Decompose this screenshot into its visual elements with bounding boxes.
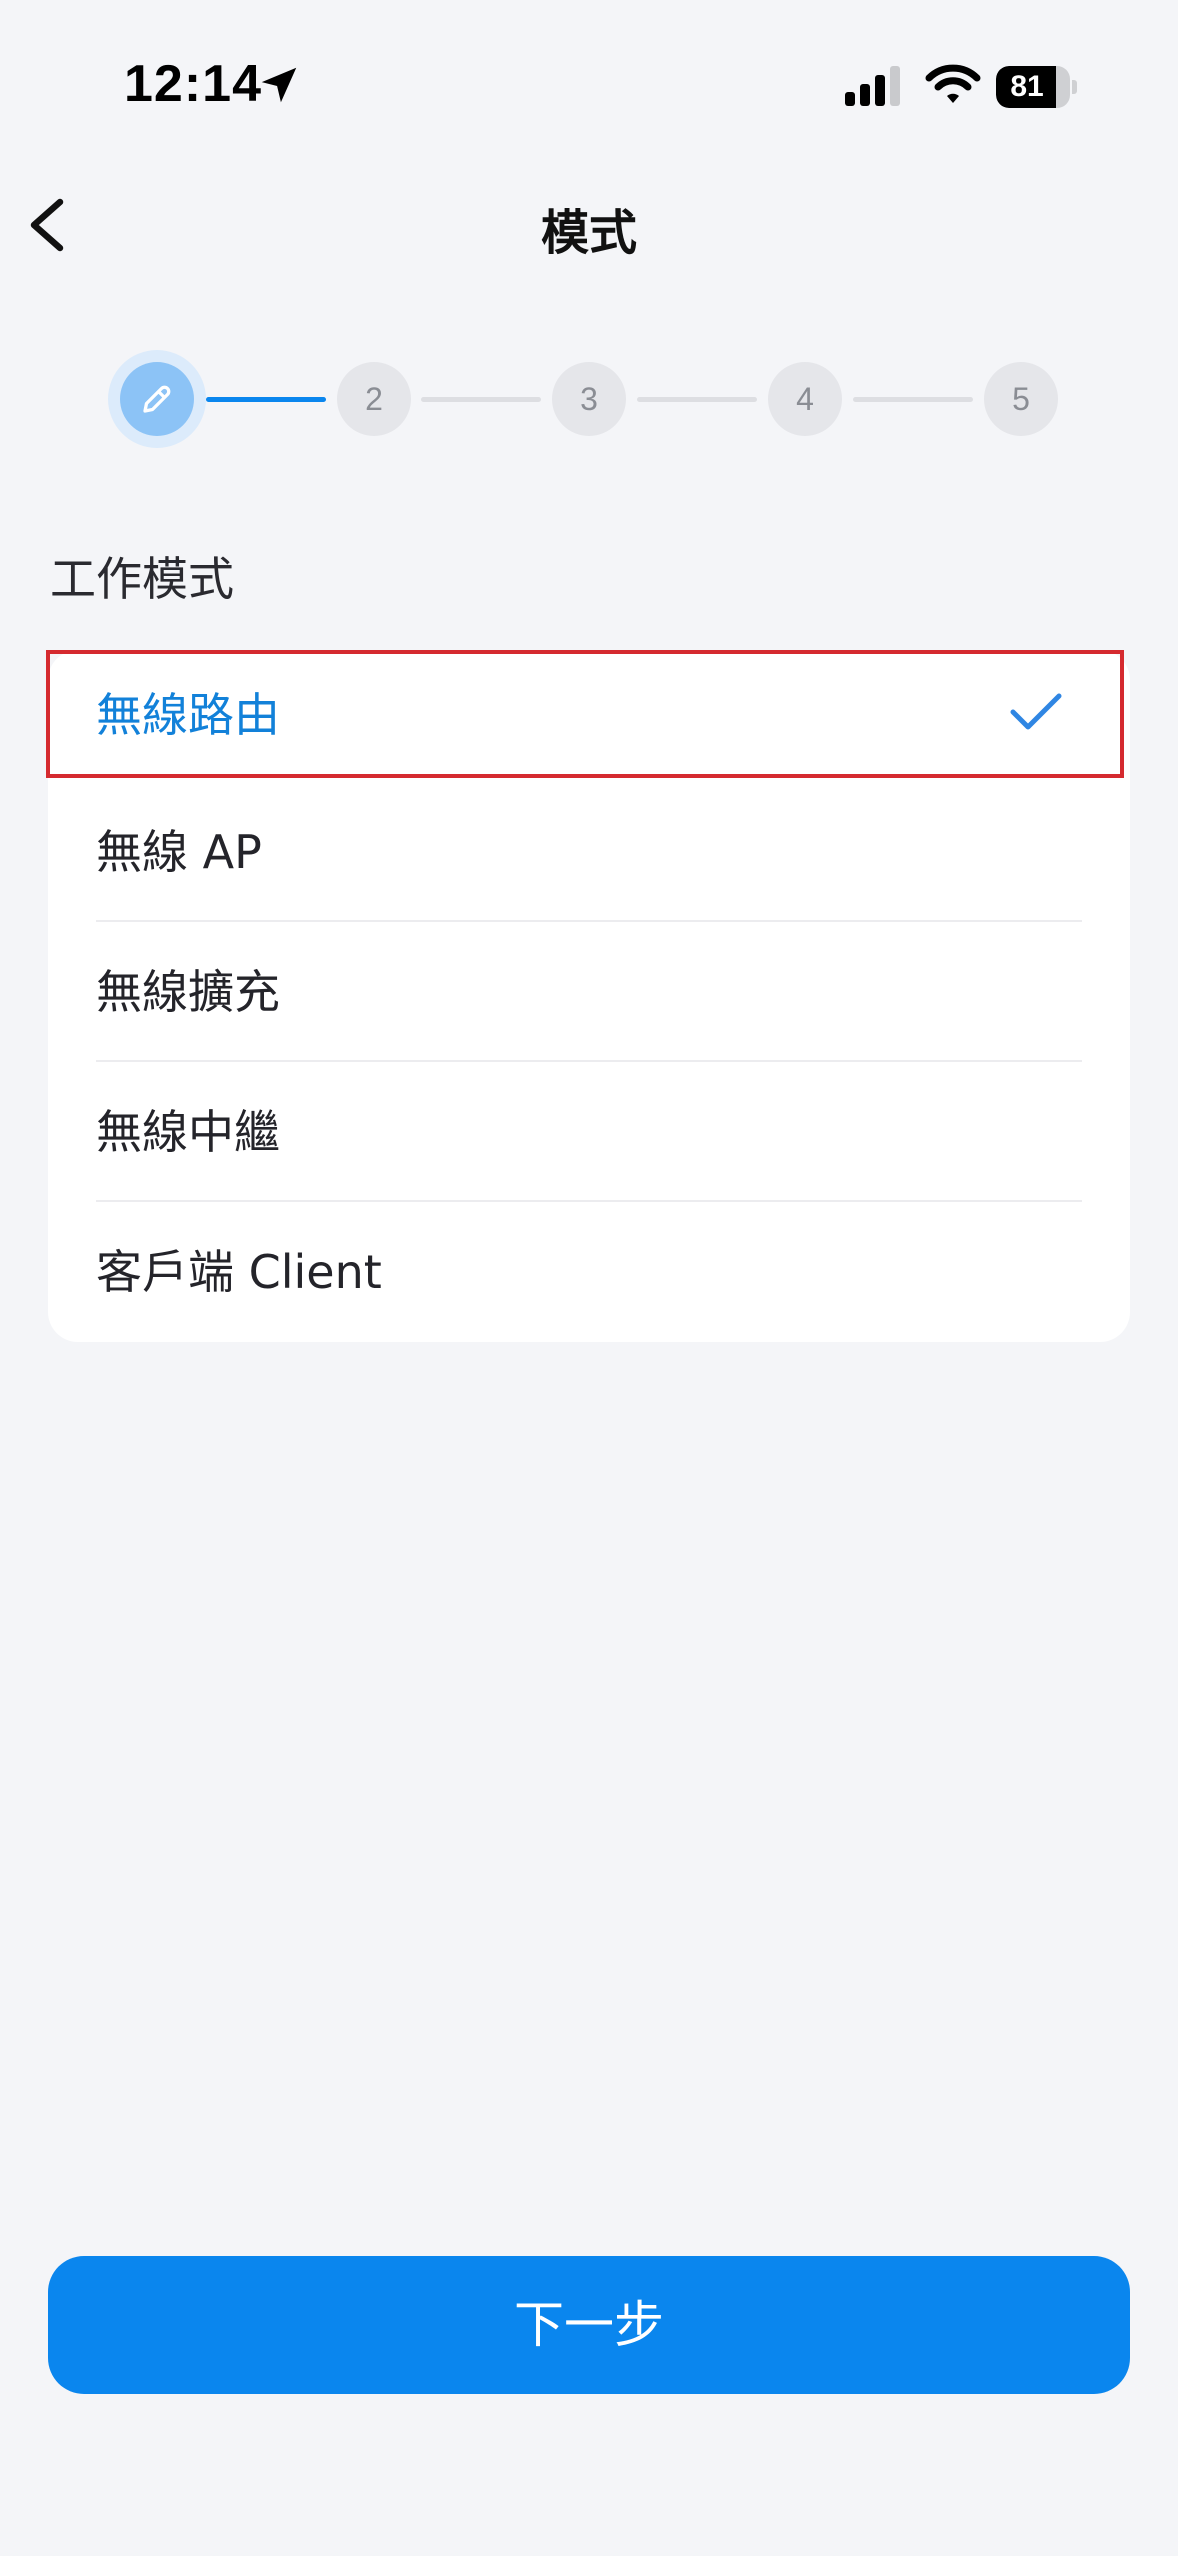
wifi-icon <box>925 64 981 103</box>
step-5: 5 <box>984 362 1058 436</box>
next-button[interactable]: 下一步 <box>48 2256 1130 2394</box>
step-connector-active <box>206 397 326 402</box>
page-title: 模式 <box>540 205 637 261</box>
progress-stepper: 2 3 4 5 <box>0 350 1178 450</box>
pencil-icon <box>143 385 171 413</box>
step-connector <box>853 397 973 402</box>
location-arrow-icon <box>261 67 297 103</box>
work-mode-options: 無線路由 無線 AP 無線擴充 無線中繼 客戶端 Client <box>46 650 1130 1342</box>
option-label: 無線擴充 <box>96 965 280 1019</box>
step-current <box>120 362 194 436</box>
battery-percent: 81 <box>1010 70 1044 103</box>
step-4: 4 <box>768 362 842 436</box>
cellular-signal-icon <box>845 66 900 106</box>
option-label: 客戶端 Client <box>96 1245 382 1299</box>
option-client[interactable]: 客戶端 Client <box>48 1202 1130 1342</box>
step-2: 2 <box>337 362 411 436</box>
option-wireless-ap[interactable]: 無線 AP <box>48 782 1130 922</box>
option-label: 無線 AP <box>96 825 262 879</box>
option-label: 無線中繼 <box>96 1105 280 1159</box>
check-icon <box>1010 693 1062 730</box>
step-connector <box>637 397 757 402</box>
step-connector <box>421 397 541 402</box>
section-label: 工作模式 <box>50 552 234 606</box>
option-wireless-extender[interactable]: 無線擴充 <box>48 922 1130 1062</box>
option-wireless-repeater[interactable]: 無線中繼 <box>48 1062 1130 1202</box>
status-time: 12:14 <box>124 55 262 113</box>
status-bar: 12:14 81 <box>0 0 1178 160</box>
option-wireless-router[interactable]: 無線路由 <box>46 650 1130 780</box>
step-3: 3 <box>552 362 626 436</box>
battery-icon: 81 <box>996 66 1077 108</box>
option-label: 無線路由 <box>96 688 280 742</box>
